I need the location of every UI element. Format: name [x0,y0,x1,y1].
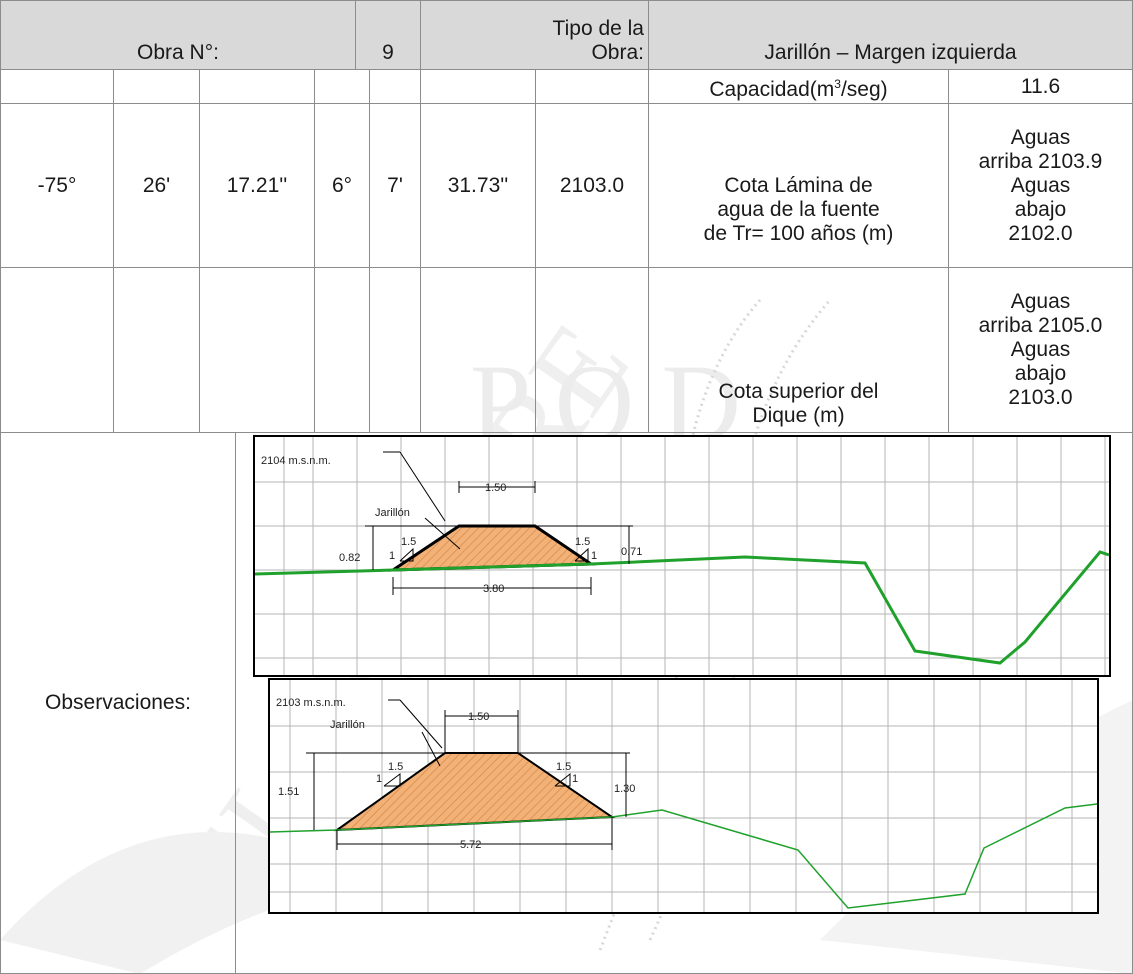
cross-section-1: 2104 m.s.n.m. Jarillón 1.50 3.80 0.82 0.… [253,435,1111,677]
lon-deg-cell: -75° [0,103,114,268]
row2-cell-5 [369,69,421,104]
section2-slope-right-h: 1.5 [556,761,571,773]
elevation: 2103.0 [559,173,625,197]
section2-right-height: 1.30 [614,783,635,795]
section1-slope-right-h: 1.5 [575,536,590,548]
section1-base-width: 3.80 [483,583,504,595]
terrain-line-1 [255,550,1109,665]
section2-base-width: 5.72 [460,839,481,851]
dique-label-line2: Dique (m) [752,404,845,427]
section1-slope-right-v: 1 [591,550,597,562]
lamina-value-line1: Aguas [1010,125,1071,149]
cross-section-1-svg: 2104 m.s.n.m. Jarillón 1.50 3.80 0.82 0.… [255,437,1109,675]
lon-sec-cell: 17.21'' [199,103,315,268]
tipo-label-cell: Tipo de la Obra: [420,0,649,70]
section1-crest-width: 1.50 [485,482,506,494]
dique-value-line4: abajo [1014,362,1067,385]
obra-number: 9 [382,41,394,64]
row2-cell-2 [113,69,200,104]
section1-right-height: 0.71 [621,546,642,558]
section2-slope-left-h: 1.5 [388,761,403,773]
row2-cell-4 [314,69,370,104]
section2-crest-width: 1.50 [468,711,489,723]
lamina-label-cell: Cota Lámina de agua de la fuente de Tr= … [648,103,949,268]
row2-cell-7 [535,69,649,104]
capacidad-label-cell: Capacidad(m3/seg) [648,69,949,104]
row4-cell-5 [369,267,421,433]
lat-min-cell: 7' [369,103,421,268]
tipo-value-cell: Jarillón – Margen izquierda [648,0,1133,70]
section2-left-height: 1.51 [278,786,299,798]
section1-jarillon-label: Jarillón [375,507,410,519]
elevation-cell: 2103.0 [535,103,649,268]
observaciones-label: Observaciones: [45,691,191,714]
lat-deg-cell: 6° [314,103,370,268]
dique-label-line1: Cota superior del [718,380,879,403]
section1-left-height: 0.82 [339,552,360,564]
section2-elevation-label: 2103 m.s.n.m. [276,697,346,709]
cross-section-2: 2103 m.s.n.m. Jarillón 1.50 5.72 1.51 1.… [268,678,1099,914]
dique-label-cell: Cota superior del Dique (m) [648,267,949,433]
section1-slope-left-v: 1 [389,550,395,562]
lamina-value-line4: abajo [1014,197,1067,221]
row2-cell-1 [0,69,114,104]
section2-jarillon-label: Jarillón [330,719,365,731]
lat-sec: 31.73'' [447,173,509,197]
lamina-value-line2: arriba 2103.9 [978,149,1103,173]
row2-cell-6 [420,69,536,104]
lon-sec: 17.21'' [226,173,288,197]
lamina-value-line3: Aguas [1010,173,1071,197]
dique-value-cell: Aguas arriba 2105.0 Aguas abajo 2103.0 [948,267,1133,433]
dique-value-line3: Aguas [1010,338,1071,361]
lon-deg: -75° [37,173,77,197]
observaciones-cell: Observaciones: [0,432,236,974]
lat-deg: 6° [331,173,353,197]
lon-min-cell: 26' [113,103,200,268]
dique-value-line2: arriba 2105.0 [978,314,1103,337]
obra-label: Obra N°: [137,41,219,64]
cross-section-2-svg: 2103 m.s.n.m. Jarillón 1.50 5.72 1.51 1.… [270,680,1097,912]
capacidad-value: 11.6 [1020,74,1061,98]
obra-label-cell: Obra N°: [0,0,356,70]
obra-number-cell: 9 [355,0,421,70]
capacidad-value-cell: 11.6 [948,69,1133,104]
capacidad-label: Capacidad(m3/seg) [709,76,888,101]
dique-value-line5: 2103.0 [1008,386,1073,409]
dique-value-line1: Aguas [1010,290,1071,313]
lamina-value-line5: 2102.0 [1008,221,1073,245]
tipo-value: Jarillón – Margen izquierda [764,41,1017,64]
lamina-label-line2: agua de la fuente [717,197,880,221]
row4-cell-3 [199,267,315,433]
section1-slope-left-h: 1.5 [401,536,416,548]
lat-sec-cell: 31.73'' [420,103,536,268]
lamina-label-line1: Cota Lámina de [724,173,873,197]
row4-cell-1 [0,267,114,433]
section2-slope-left-v: 1 [376,773,382,785]
tipo-label-line2: Obra: [591,41,644,64]
lat-min: 7' [387,173,403,197]
lamina-value-cell: Aguas arriba 2103.9 Aguas abajo 2102.0 [948,103,1133,268]
row4-cell-7 [535,267,649,433]
row4-cell-2 [113,267,200,433]
row4-cell-6 [420,267,536,433]
row2-cell-3 [199,69,315,104]
section1-elevation-label: 2104 m.s.n.m. [261,455,331,467]
section2-slope-right-v: 1 [572,773,578,785]
row4-cell-4 [314,267,370,433]
tipo-label-line1: Tipo de la [552,17,644,40]
lon-min: 26' [142,173,171,197]
lamina-label-line3: de Tr= 100 años (m) [703,221,894,245]
